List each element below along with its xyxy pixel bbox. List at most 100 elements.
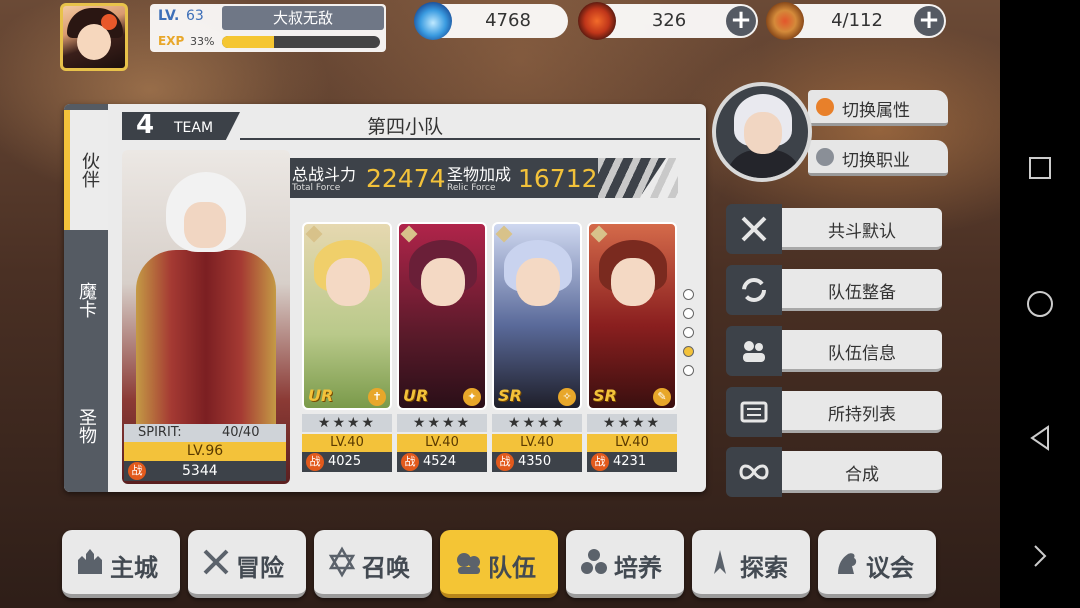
level-label: LV. [158,8,180,24]
member-card-2[interactable]: UR ✦ [397,222,487,410]
player-avatar[interactable] [60,3,128,71]
member-level-4: LV.40 [587,434,677,452]
chevron-right-icon[interactable] [1024,540,1056,572]
team-name[interactable]: 第四小队 [300,112,510,139]
recent-apps-icon[interactable] [1024,152,1056,184]
add-food-button[interactable]: + [914,6,944,36]
page-dot[interactable] [683,327,694,338]
page-dot[interactable] [683,289,694,300]
menu-label: 队伍 [488,554,536,582]
resource-stamina-value: 326 [651,10,687,31]
menu-label: 培养 [614,554,662,582]
team-word: TEAM [174,120,214,136]
member-stars-4: ★★★★ [587,414,677,432]
member-level-2: LV.40 [397,434,487,452]
battle-power-icon: 战 [128,462,146,480]
system-nav-bar [1000,0,1080,608]
battle-power-icon: 战 [591,453,609,471]
member-card-1[interactable]: UR ✝ [302,222,392,410]
home-icon[interactable] [1024,288,1056,320]
team-info-button[interactable]: 队伍信息 [726,326,942,376]
owned-list-button[interactable]: 所持列表 [726,387,942,437]
castle-icon [78,549,102,574]
side-tabs: 伙伴 魔卡 圣物 [64,104,108,492]
resource-food-value: 4/112 [831,10,883,31]
co-op-default-button[interactable]: 共斗默认 [726,204,942,254]
leader-power-row: 战 5344 [124,461,286,481]
player-name[interactable]: 大叔无敌 [222,6,384,30]
switch-attribute-label: 切换属性 [842,101,910,121]
member-power-row-1: 战 4025 [302,452,392,472]
add-stamina-button[interactable]: + [726,6,756,36]
total-force-label: 总战斗力 [292,165,357,184]
exp-percent: 33% [190,35,215,48]
total-force-value: 22474 [366,164,446,193]
member-power-1: 4025 [328,454,362,469]
menu-team[interactable]: 队伍 [440,530,558,598]
pen-class-icon: ✎ [653,388,671,406]
synthesis-button[interactable]: 合成 [726,447,942,497]
back-icon[interactable] [1024,422,1056,454]
member-power-row-2: 战 4524 [397,452,487,472]
cross-class-icon: ✝ [368,388,386,406]
blue-flame-icon [414,2,452,40]
refresh-icon [726,265,782,315]
spark-class-icon: ✦ [463,388,481,406]
battle-power-icon: 战 [496,453,514,471]
rank-label: UR [403,386,429,405]
team-number: 4 [136,110,155,140]
switch-attribute-button[interactable]: 切换属性 [808,90,948,126]
spirit-label: SPIRIT: [138,425,182,440]
compass-icon [714,550,726,574]
level-value: 63 [186,8,204,24]
page-dot[interactable] [683,346,694,357]
exp-label: EXP [158,34,185,48]
crossed-swords-icon [726,204,782,254]
orbs-icon [581,549,607,574]
stamina-banner-icon [578,2,616,40]
menu-council[interactable]: 议会 [818,530,936,598]
team-info-icon [726,326,782,376]
relic-force-label: 圣物加成 [447,165,512,184]
swords-icon [203,549,229,575]
team-prepare-button[interactable]: 队伍整备 [726,265,942,315]
page-dot[interactable] [683,365,694,376]
team-helmet-icon [457,553,480,574]
member-level-1: LV.40 [302,434,392,452]
menu-summon[interactable]: 召唤 [314,530,432,598]
hotdog-food-icon [766,2,804,40]
menu-cultivate[interactable]: 培养 [566,530,684,598]
team-info-label: 队伍信息 [828,344,896,364]
exp-bar-fill [222,36,275,48]
synthesis-label: 合成 [845,465,879,485]
battle-power-icon: 战 [306,453,324,471]
resource-stamina: 326 + [578,2,758,40]
menu-main-city[interactable]: 主城 [62,530,180,598]
member-card-3[interactable]: SR ✧ [492,222,582,410]
member-stars-2: ★★★★ [397,414,487,432]
lion-crest-icon [838,553,857,574]
menu-adventure[interactable]: 冒险 [188,530,306,598]
leader-level: LV.96 [124,442,286,461]
hexagram-icon [328,546,356,578]
member-stars-1: ★★★★ [302,414,392,432]
tab-magic-cards[interactable]: 魔卡 [64,240,108,360]
tab-relics[interactable]: 圣物 [64,366,108,486]
resource-crystal: 4768 [414,2,568,40]
spirit-value: 40/40 [222,425,260,440]
tab-partners[interactable]: 伙伴 [64,110,108,230]
menu-explore[interactable]: 探索 [692,530,810,598]
infinity-icon [726,447,782,497]
total-force-sub: Total Force [292,183,341,193]
page-dot[interactable] [683,308,694,319]
star-class-icon: ✧ [558,388,576,406]
menu-label: 召唤 [362,554,410,582]
list-icon [726,387,782,437]
tools-icon [816,148,834,166]
switch-class-button[interactable]: 切换职业 [808,140,948,176]
relic-force-value: 16712 [518,164,598,193]
member-power-3: 4350 [518,454,552,469]
member-card-4[interactable]: SR ✎ [587,222,677,410]
rank-label: UR [308,386,334,405]
leader-portrait[interactable] [712,82,812,182]
